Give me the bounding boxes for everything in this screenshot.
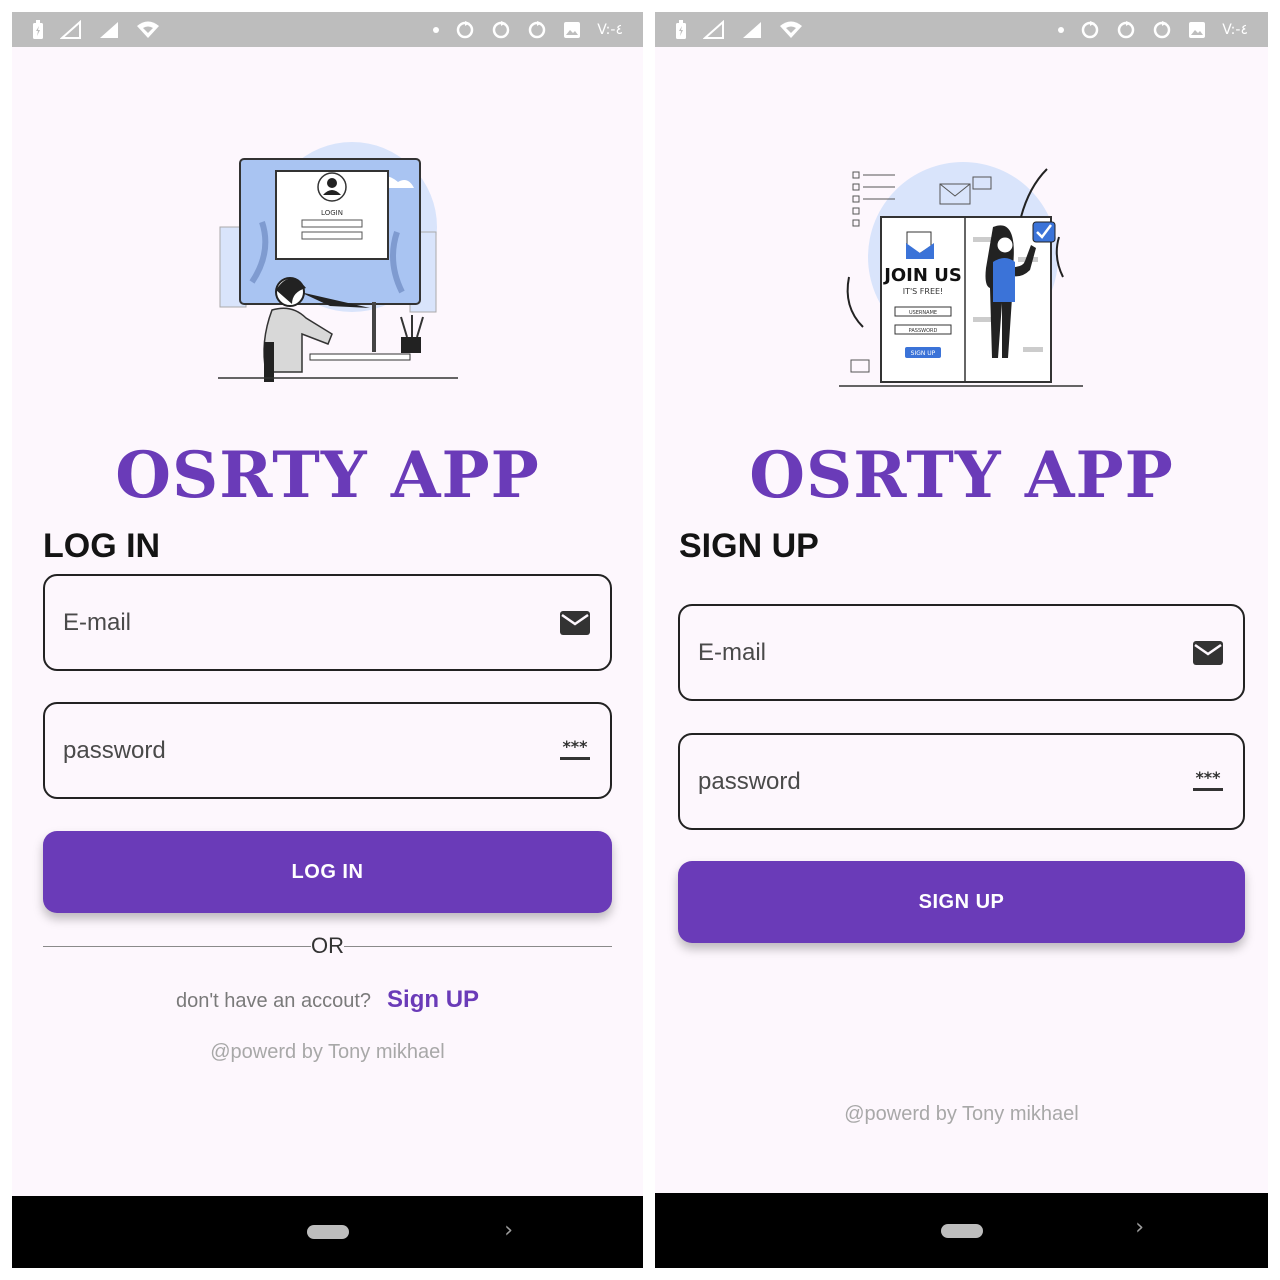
password-icon: *** [1191,768,1225,796]
notification-dot-icon [1058,26,1065,33]
battery-icon [676,19,686,39]
image-icon [564,21,581,38]
mail-icon [558,609,592,637]
signup-button[interactable]: SIGN UP [678,861,1245,943]
sync-icon [1118,20,1135,38]
join-field-password: PASSWORD [909,328,938,334]
join-subtitle: IT'S FREE! [903,287,944,296]
or-divider: OR [43,932,612,960]
password-icon: *** [558,737,592,765]
status-bar: V:-٤ [655,12,1268,47]
sync-icon [1082,20,1099,38]
login-screen: V:-٤ LOGIN OSRTY APP LOG IN E-mail *** L… [12,12,643,1268]
app-title: OSRTY APP [749,438,1174,513]
password-field[interactable]: *** [43,702,612,799]
email-input[interactable] [63,608,558,637]
navigation-bar: › [655,1193,1268,1268]
wifi-icon [137,21,159,38]
signal-icon [743,21,761,38]
status-bar: V:-٤ [12,12,643,47]
no-account-text: don't have an accout? [175,990,372,1012]
credit-text: @powerd by Tony mikhael [844,1103,1079,1125]
sync-icon [493,20,510,38]
password-input[interactable] [698,767,1191,796]
login-illustration: LOGIN [218,142,458,382]
navigation-bar: › [12,1196,643,1268]
chevron-right-icon[interactable]: › [504,1218,513,1243]
password-field[interactable]: *** [678,733,1245,830]
wifi-icon [780,21,802,38]
email-field[interactable] [678,604,1245,701]
battery-icon [33,19,43,39]
signup-prompt: don't have an accout? Sign UP [12,986,643,1014]
page-title: SIGN UP [679,527,819,565]
sync-icon [457,20,474,38]
notification-dot-icon [433,26,440,33]
signal-icon [100,21,118,38]
svg-text:***: *** [1195,769,1221,787]
mail-icon [1191,639,1225,667]
svg-text:***: *** [562,738,588,756]
signup-screen: V:-٤ JOIN US IT'S FREE! USERNAME PASSWOR… [655,12,1268,1268]
divider-line [43,945,311,947]
image-icon [1189,21,1206,38]
join-field-username: USERNAME [909,310,937,316]
chevron-right-icon[interactable]: › [1135,1215,1144,1240]
join-signup-button: SIGN UP [911,350,936,357]
signal-outline-icon [703,19,724,39]
password-input[interactable] [63,736,558,765]
home-pill-icon[interactable] [940,1223,983,1238]
home-pill-icon[interactable] [306,1225,349,1239]
credit-text: @powerd by Tony mikhael [210,1041,445,1063]
status-time: V:-٤ [597,21,623,38]
signal-outline-icon [60,19,81,39]
sync-icon [529,20,546,38]
status-time: V:-٤ [1222,21,1248,38]
join-title: JOIN US [882,265,962,286]
divider-text: OR [311,933,344,958]
signup-link[interactable]: Sign UP [387,986,479,1013]
email-field[interactable] [43,574,612,671]
signup-illustration: JOIN US IT'S FREE! USERNAME PASSWORD SIG… [839,162,1083,387]
login-illustration-label: LOGIN [321,209,343,217]
app-title: OSRTY APP [115,438,540,513]
sync-icon [1154,20,1171,38]
divider-line [344,945,612,947]
page-title: LOG IN [43,527,161,565]
login-button[interactable]: LOG IN [43,831,612,913]
email-input[interactable] [698,638,1191,667]
